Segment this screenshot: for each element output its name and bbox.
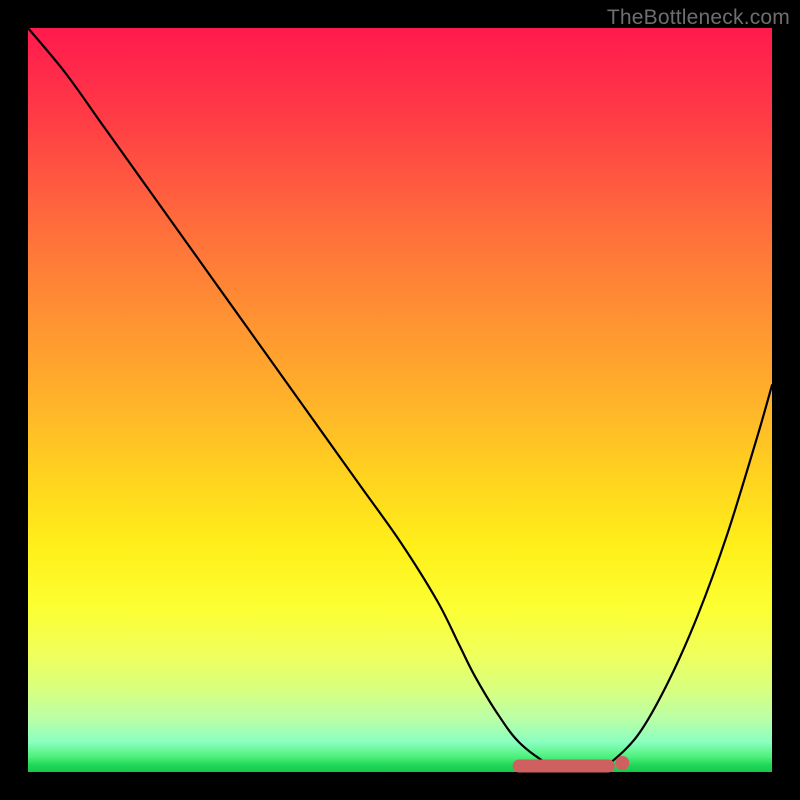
watermark-label: TheBottleneck.com [607,6,790,30]
chart-frame: TheBottleneck.com [0,0,800,800]
chart-svg [28,28,772,772]
chart-plot-area [28,28,772,772]
marker-dot-icon [615,756,629,770]
bottleneck-curve-path [28,28,772,773]
